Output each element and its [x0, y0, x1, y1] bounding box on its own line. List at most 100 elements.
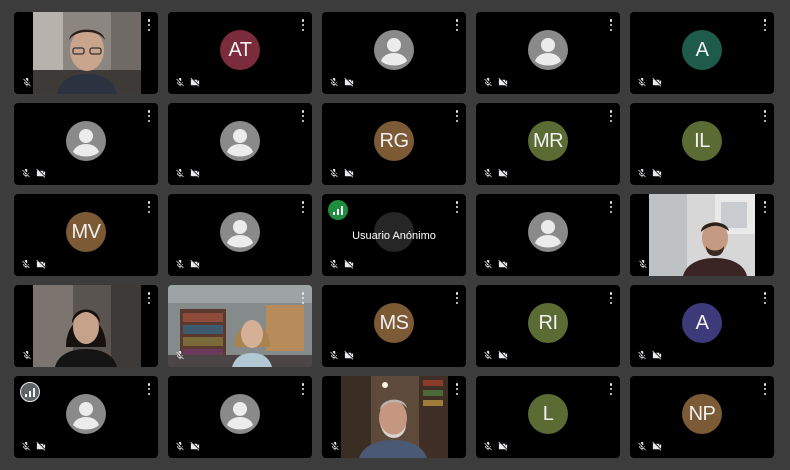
participant-tile[interactable]: AT: [168, 12, 312, 94]
videocam-off-icon: [651, 168, 663, 179]
participant-tile[interactable]: Usuario Anónimo: [322, 194, 466, 276]
person-icon: [528, 30, 568, 70]
participant-name: Usuario Anónimo: [352, 230, 436, 242]
more-vert-icon[interactable]: [607, 291, 615, 305]
participant-tile[interactable]: MR: [476, 103, 620, 185]
mic-off-icon: [483, 441, 493, 452]
more-vert-icon[interactable]: [145, 200, 153, 214]
participant-tile[interactable]: A: [630, 285, 774, 367]
more-vert-icon[interactable]: [607, 200, 615, 214]
mic-off-icon: [637, 350, 647, 361]
participant-tile[interactable]: [322, 376, 466, 458]
participant-avatar: MR: [528, 121, 568, 161]
videocam-off-icon: [35, 441, 47, 452]
more-vert-icon[interactable]: [453, 200, 461, 214]
more-vert-icon[interactable]: [761, 200, 769, 214]
more-vert-icon[interactable]: [299, 200, 307, 214]
videocam-off-icon: [651, 350, 663, 361]
participant-status: [330, 441, 340, 452]
more-vert-icon[interactable]: [299, 109, 307, 123]
more-vert-icon[interactable]: [761, 109, 769, 123]
more-vert-icon[interactable]: [145, 18, 153, 32]
participant-avatar: MV: [66, 212, 106, 252]
participant-avatar: MS: [374, 303, 414, 343]
mic-off-icon: [329, 259, 339, 270]
more-vert-icon[interactable]: [761, 18, 769, 32]
more-vert-icon[interactable]: [453, 382, 461, 396]
participant-status: [637, 77, 663, 88]
more-vert-icon[interactable]: [453, 18, 461, 32]
participant-tile[interactable]: MV: [14, 194, 158, 276]
more-vert-icon[interactable]: [607, 109, 615, 123]
participant-tile[interactable]: [14, 376, 158, 458]
participant-status: [483, 441, 509, 452]
participant-tile[interactable]: [14, 12, 158, 94]
participant-status: [175, 350, 185, 361]
audio-level-icon: [328, 200, 348, 220]
participant-video: [33, 285, 141, 367]
participant-status: [329, 77, 355, 88]
participant-tile[interactable]: RG: [322, 103, 466, 185]
mic-off-icon: [329, 350, 339, 361]
participant-status: [22, 350, 32, 361]
participant-tile[interactable]: [14, 103, 158, 185]
participant-tile[interactable]: IL: [630, 103, 774, 185]
videocam-off-icon: [189, 77, 201, 88]
mic-off-icon: [483, 350, 493, 361]
participant-tile[interactable]: [476, 12, 620, 94]
participant-video: [33, 12, 141, 94]
videocam-off-icon: [189, 168, 201, 179]
participant-status: [175, 168, 201, 179]
mic-off-icon: [483, 168, 493, 179]
participant-avatar: NP: [682, 394, 722, 434]
mic-off-icon: [483, 259, 493, 270]
participant-status: [637, 350, 663, 361]
participant-tile[interactable]: [14, 285, 158, 367]
videocam-off-icon: [35, 259, 47, 270]
person-icon: [374, 30, 414, 70]
participant-tile[interactable]: [168, 103, 312, 185]
participant-tile[interactable]: RI: [476, 285, 620, 367]
participant-avatar: L: [528, 394, 568, 434]
person-icon: [220, 121, 260, 161]
participant-status: [483, 259, 509, 270]
videocam-off-icon: [35, 168, 47, 179]
participant-avatar: IL: [682, 121, 722, 161]
participant-tile[interactable]: [630, 194, 774, 276]
mic-off-icon: [329, 168, 339, 179]
more-vert-icon[interactable]: [607, 382, 615, 396]
more-vert-icon[interactable]: [761, 291, 769, 305]
participant-avatar: RG: [374, 121, 414, 161]
more-vert-icon[interactable]: [299, 382, 307, 396]
more-vert-icon[interactable]: [145, 291, 153, 305]
more-vert-icon[interactable]: [453, 291, 461, 305]
participant-tile[interactable]: A: [630, 12, 774, 94]
participant-tile[interactable]: [322, 12, 466, 94]
participant-tile[interactable]: MS: [322, 285, 466, 367]
participant-tile[interactable]: [168, 194, 312, 276]
participant-tile[interactable]: [168, 376, 312, 458]
more-vert-icon[interactable]: [453, 109, 461, 123]
participant-status: [483, 168, 509, 179]
participant-tile[interactable]: L: [476, 376, 620, 458]
participant-status: [21, 259, 47, 270]
more-vert-icon[interactable]: [145, 382, 153, 396]
more-vert-icon[interactable]: [607, 18, 615, 32]
participant-status: [637, 441, 663, 452]
more-vert-icon[interactable]: [299, 291, 307, 305]
participant-tile[interactable]: [476, 194, 620, 276]
more-vert-icon[interactable]: [761, 382, 769, 396]
mic-off-icon: [175, 259, 185, 270]
person-icon: [220, 394, 260, 434]
more-vert-icon[interactable]: [145, 109, 153, 123]
participant-tile[interactable]: NP: [630, 376, 774, 458]
participant-status: [175, 259, 201, 270]
participant-tile[interactable]: [168, 285, 312, 367]
videocam-off-icon: [189, 441, 201, 452]
more-vert-icon[interactable]: [299, 18, 307, 32]
mic-off-icon: [22, 77, 32, 88]
participant-status: [638, 259, 648, 270]
participant-status: [483, 77, 509, 88]
participant-status: [637, 168, 663, 179]
participant-avatar: A: [682, 303, 722, 343]
